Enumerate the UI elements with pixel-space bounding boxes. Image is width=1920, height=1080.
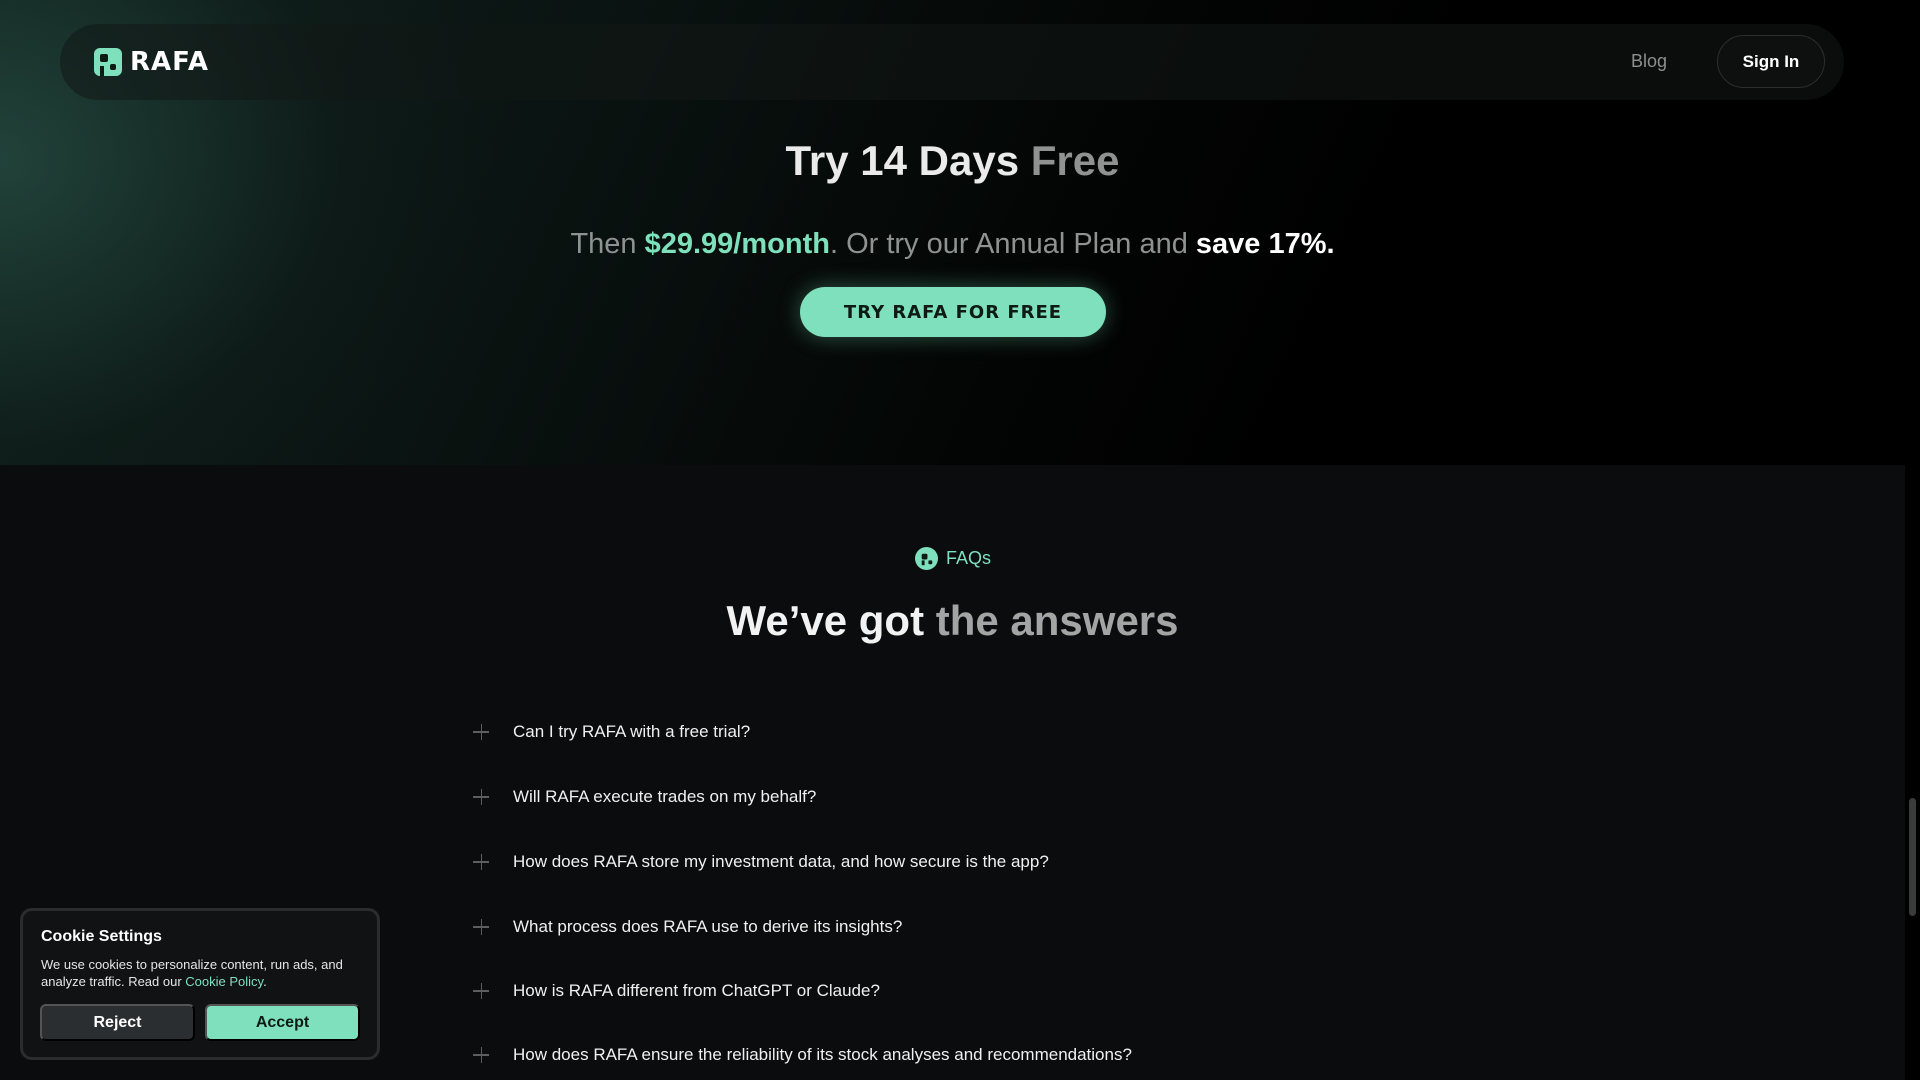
plus-icon [466,1041,494,1069]
scrollbar[interactable] [1905,0,1920,1080]
accept-cookies-button[interactable]: Accept [205,1004,360,1041]
page: Try 14 Days Free Then $29.99/month. Or t… [0,0,1920,1080]
faq-tag-label: FAQs [946,548,992,568]
cookie-body: We use cookies to personalize content, r… [41,956,361,990]
hero-subtitle: Then $29.99/month. Or try our Annual Pla… [0,224,1905,264]
logo-text: RAFA [130,47,210,77]
faq-item[interactable]: How does RAFA ensure the reliability of … [466,1040,1132,1070]
hero-title-primary: Try 14 Days [785,137,1020,184]
hero-title: Try 14 Days Free [0,134,1905,188]
faq-item[interactable]: How does RAFA store my investment data, … [466,847,1049,877]
site-header [60,24,1844,100]
rafa-logo-icon [94,48,122,76]
nav-blog-link[interactable]: Blog [1631,48,1667,74]
faq-title: We’ve got the answers [0,593,1905,649]
cookie-title: Cookie Settings [41,928,162,945]
plus-icon [466,718,494,746]
plus-icon [466,848,494,876]
cookie-banner: Cookie Settings We use cookies to person… [20,908,380,1060]
sign-in-button[interactable]: Sign In [1717,35,1825,88]
logo[interactable]: RAFA [94,48,209,76]
faq-item[interactable]: What process does RAFA use to derive its… [466,912,902,942]
monthly-price: $29.99/month [644,228,830,260]
annual-savings: save 17%. [1195,228,1335,260]
plus-icon [466,977,494,1005]
faq-question: How does RAFA ensure the reliability of … [513,1045,1132,1064]
cookie-body-suffix: . [263,974,267,989]
faq-title-secondary: the answers [924,597,1179,644]
plus-icon [466,783,494,811]
faq-question: How does RAFA store my investment data, … [513,852,1049,871]
faq-question: Will RAFA execute trades on my behalf? [513,787,817,806]
scrollbar-thumb[interactable] [1909,798,1916,916]
faq-item[interactable]: Will RAFA execute trades on my behalf? [466,782,816,812]
hero-sub-prefix: Then [570,228,645,260]
faq-title-primary: We’ve got [726,597,925,644]
hero-sub-middle: . Or try our Annual Plan and [829,228,1196,260]
rafa-logo-icon [915,546,938,570]
cookie-policy-link[interactable]: Cookie Policy [185,974,263,989]
faq-question: Can I try RAFA with a free trial? [513,722,751,741]
faq-tag: FAQs [915,546,991,570]
faq-item[interactable]: Can I try RAFA with a free trial? [466,717,750,747]
hero-title-secondary: Free [1019,137,1120,184]
faq-question: What process does RAFA use to derive its… [513,917,903,936]
try-free-button[interactable]: TRY RAFA FOR FREE [800,287,1106,337]
reject-cookies-button[interactable]: Reject [40,1004,195,1041]
plus-icon [466,913,494,941]
faq-item[interactable]: How is RAFA different from ChatGPT or Cl… [466,976,880,1006]
faq-question: How is RAFA different from ChatGPT or Cl… [513,981,880,1000]
